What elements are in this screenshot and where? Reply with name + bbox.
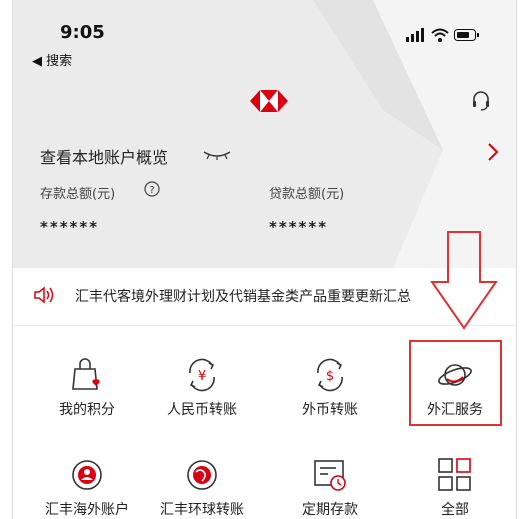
deposit-total-value: ****** [40, 218, 100, 236]
service-rmb-transfer[interactable]: ¥ 人民币转账 [152, 355, 252, 425]
speaker-icon [34, 286, 54, 304]
loan-total-label: 贷款总额(元) [269, 187, 345, 202]
service-my-points[interactable]: 我的积分 [37, 355, 137, 425]
all-grid-icon [438, 458, 471, 491]
customer-support-icon[interactable] [471, 90, 491, 112]
annotation-arrow-icon [430, 231, 498, 330]
back-to-search-link[interactable]: ◀ 搜索 [32, 50, 72, 69]
loan-total-value: ****** [269, 218, 329, 236]
notice-text[interactable]: 汇丰代客境外理财计划及代销基金类产品重要更新汇总 [75, 286, 411, 306]
overview-title[interactable]: 查看本地账户概览 [40, 144, 168, 168]
overseas-account-icon [72, 460, 102, 490]
global-transfer-icon [187, 460, 217, 490]
service-label: 外币转账 [302, 402, 358, 418]
hsbc-logo-icon [250, 90, 288, 112]
status-icons [406, 28, 480, 42]
phone-screen: 9:05 ◀ 搜索 查看本地账户概览 存款总额(元) ? 贷款总额(元) ***… [12, 0, 517, 519]
points-bag-icon [72, 358, 100, 390]
foreign-currency-transfer-icon: $ [317, 358, 343, 392]
svg-text:$: $ [326, 369, 334, 384]
service-global-transfer[interactable]: 汇丰环球转账 [152, 455, 252, 519]
chevron-right-icon[interactable] [487, 142, 499, 162]
rmb-transfer-icon: ¥ [189, 358, 215, 392]
status-time: 9:05 [60, 22, 105, 43]
help-question-icon[interactable]: ? [144, 181, 160, 197]
time-deposit-icon [314, 460, 346, 491]
battery-icon [454, 29, 479, 41]
service-time-deposit[interactable]: 定期存款 [280, 455, 380, 519]
hide-balance-eye-icon[interactable] [203, 150, 231, 160]
service-overseas-account[interactable]: 汇丰海外账户 [37, 455, 137, 519]
account-overview-card: 9:05 ◀ 搜索 查看本地账户概览 存款总额(元) ? 贷款总额(元) ***… [13, 0, 516, 268]
service-foreign-currency-transfer[interactable]: $ 外币转账 [280, 355, 380, 425]
service-label: 汇丰环球转账 [160, 502, 244, 518]
service-label: 定期存款 [302, 502, 358, 518]
service-label: 人民币转账 [167, 402, 237, 418]
deposit-total-label: 存款总额(元) [40, 187, 116, 202]
wifi-icon [431, 28, 449, 42]
signal-icon [406, 28, 424, 42]
annotation-highlight-box [409, 340, 502, 426]
service-all[interactable]: 全部 [405, 455, 505, 519]
svg-text:¥: ¥ [198, 369, 206, 384]
svg-text:?: ? [149, 185, 154, 196]
service-label: 全部 [441, 502, 469, 518]
